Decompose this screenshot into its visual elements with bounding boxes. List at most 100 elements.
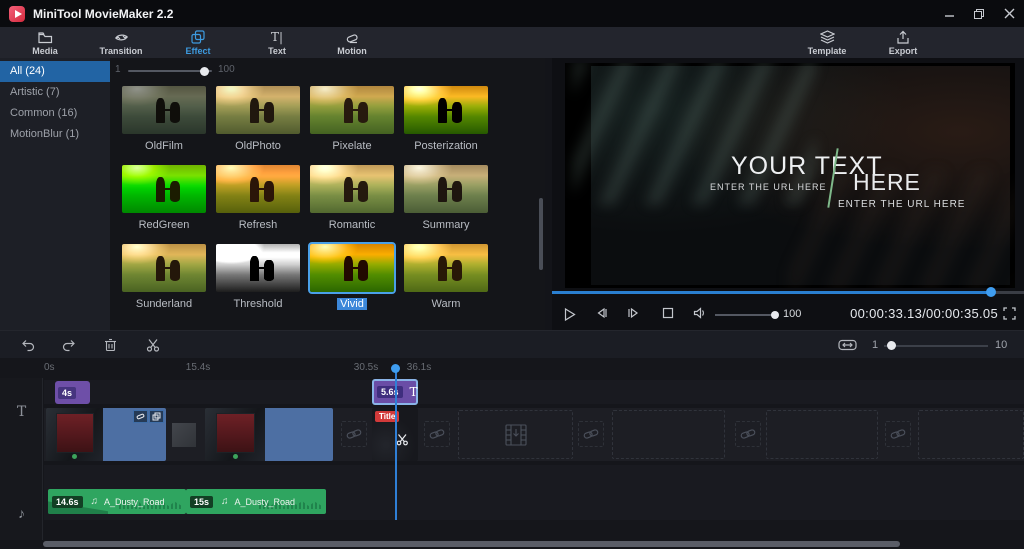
strength-track[interactable] <box>128 67 212 76</box>
delete-button[interactable] <box>104 338 117 352</box>
split-scissors-button[interactable] <box>146 338 160 352</box>
timeline-zoom-slider[interactable] <box>884 345 988 347</box>
music-note-icon: ♫ <box>90 496 99 507</box>
music-clip-2[interactable]: 15s ♫ A_Dusty_Road <box>186 489 326 514</box>
video-clip-2-thumbnail <box>205 408 265 461</box>
category-common[interactable]: Common (16) <box>0 103 110 124</box>
effects-scrollbar[interactable] <box>539 198 543 270</box>
tab-template[interactable]: Template <box>795 30 859 56</box>
timeline-zoom-handle[interactable] <box>887 341 896 350</box>
volume-slider[interactable] <box>715 314 772 316</box>
effect-oldphoto[interactable]: OldPhoto <box>214 84 302 163</box>
strength-handle[interactable] <box>200 67 209 76</box>
video-preview[interactable]: YOUR TEXT HERE ENTER THE URL HERE ENTER … <box>565 63 1015 288</box>
effect-thumbnail[interactable] <box>120 84 208 136</box>
timeline-horizontal-scrollbar[interactable] <box>43 541 900 547</box>
transition-thumbnail[interactable] <box>172 423 196 447</box>
next-frame-button[interactable] <box>627 307 640 319</box>
video-clip-2[interactable] <box>205 408 333 461</box>
video-placeholder-1[interactable] <box>458 410 573 459</box>
timeline-zoom-max: 10 <box>995 339 1008 351</box>
video-placeholder-4[interactable] <box>918 410 1024 459</box>
minimize-button[interactable] <box>934 0 964 27</box>
effect-thumbnail[interactable] <box>308 84 396 136</box>
effects-grid: OldFilm OldPhoto Pixelate Posterization RedG… <box>120 84 490 321</box>
undo-button[interactable] <box>20 338 35 352</box>
effect-thumbnail[interactable] <box>402 242 490 294</box>
play-button[interactable] <box>562 307 577 322</box>
music-track-icon: ♪ <box>18 505 25 521</box>
tab-text[interactable]: T| Text <box>245 30 309 56</box>
text-icon: T| <box>270 30 284 44</box>
close-button[interactable] <box>994 0 1024 27</box>
transition-slot-5[interactable] <box>885 421 911 447</box>
video-clip-1[interactable] <box>46 408 166 461</box>
video-placeholder-3[interactable] <box>766 410 878 459</box>
effect-category-sidebar: All (24) Artistic (7) Common (16) Motion… <box>0 58 110 330</box>
volume-icon[interactable] <box>693 307 707 319</box>
text-clip-1[interactable]: 4s <box>55 381 90 404</box>
category-all[interactable]: All (24) <box>0 61 110 82</box>
tab-effect[interactable]: Effect <box>166 30 230 56</box>
effect-threshold[interactable]: Threshold <box>214 242 302 321</box>
playhead-line[interactable] <box>395 370 397 520</box>
effect-label: Posterization <box>414 140 478 152</box>
effect-thumbnail[interactable] <box>214 242 302 294</box>
fit-timeline-icon[interactable] <box>838 338 857 352</box>
effect-thumbnail[interactable] <box>308 242 396 294</box>
effect-summary[interactable]: Summary <box>402 163 490 242</box>
effect-thumbnail[interactable] <box>214 163 302 215</box>
category-artistic[interactable]: Artistic (7) <box>0 82 110 103</box>
seek-handle[interactable] <box>985 287 996 297</box>
effect-warm[interactable]: Warm <box>402 242 490 321</box>
effect-vivid[interactable]: Vivid <box>308 242 396 321</box>
seek-bar[interactable] <box>552 287 1024 297</box>
effect-redgreen[interactable]: RedGreen <box>120 163 208 242</box>
category-motionblur[interactable]: MotionBlur (1) <box>0 124 110 145</box>
effect-thumbnail[interactable] <box>402 163 490 215</box>
fullscreen-icon[interactable] <box>1003 307 1016 320</box>
previous-frame-button[interactable] <box>595 307 608 319</box>
motion-icon <box>345 30 360 44</box>
text-track[interactable] <box>44 380 1024 404</box>
strength-max-label: 100 <box>218 64 235 75</box>
tab-motion[interactable]: Motion <box>320 30 384 56</box>
music-clip-1[interactable]: 14.6s ♫ A_Dusty_Road <box>48 489 186 514</box>
effect-thumbnail[interactable] <box>402 84 490 136</box>
effect-label: Pixelate <box>332 140 372 152</box>
titlebar: MiniTool MovieMaker 2.2 <box>0 0 1024 27</box>
volume-value: 100 <box>783 308 802 320</box>
tab-transition[interactable]: Transition <box>89 30 153 56</box>
effect-thumbnail[interactable] <box>214 84 302 136</box>
effect-oldfilm[interactable]: OldFilm <box>120 84 208 163</box>
effect-sunderland[interactable]: Sunderland <box>120 242 208 321</box>
effect-posterization[interactable]: Posterization <box>402 84 490 163</box>
timeline[interactable]: 0s 15.4s 30.5s 36.1s T ♪ 4s 5.6s T Title… <box>0 358 1024 549</box>
transition-slot-2[interactable] <box>424 421 450 447</box>
music-note-icon: ♫ <box>221 496 229 507</box>
app-title: MiniTool MovieMaker 2.2 <box>33 6 174 21</box>
stop-button[interactable] <box>662 307 674 319</box>
redo-button[interactable] <box>62 338 77 352</box>
transition-slot-4[interactable] <box>735 421 761 447</box>
clip-motion-badge-icon <box>133 410 148 423</box>
effect-romantic[interactable]: Romantic <box>308 163 396 242</box>
effect-thumbnail[interactable] <box>120 163 208 215</box>
effect-strength-slider[interactable]: 1 100 <box>110 58 370 80</box>
restore-button[interactable] <box>964 0 994 27</box>
effect-pixelate[interactable]: Pixelate <box>308 84 396 163</box>
strength-min-label: 1 <box>115 64 121 75</box>
playhead-handle[interactable] <box>391 364 400 373</box>
tab-export[interactable]: Export <box>871 30 935 56</box>
effect-icon <box>191 30 205 44</box>
transition-slot-3[interactable] <box>578 421 604 447</box>
effect-refresh[interactable]: Refresh <box>214 163 302 242</box>
effect-thumbnail[interactable] <box>120 242 208 294</box>
transition-slot-1[interactable] <box>341 421 367 447</box>
volume-handle[interactable] <box>771 311 779 319</box>
video-placeholder-2[interactable] <box>612 410 725 459</box>
minitool-moviemaker-window: MiniTool MovieMaker 2.2 Media Transition… <box>0 0 1024 549</box>
media-folder-icon <box>37 30 53 44</box>
tab-media[interactable]: Media <box>13 30 77 56</box>
effect-thumbnail[interactable] <box>308 163 396 215</box>
